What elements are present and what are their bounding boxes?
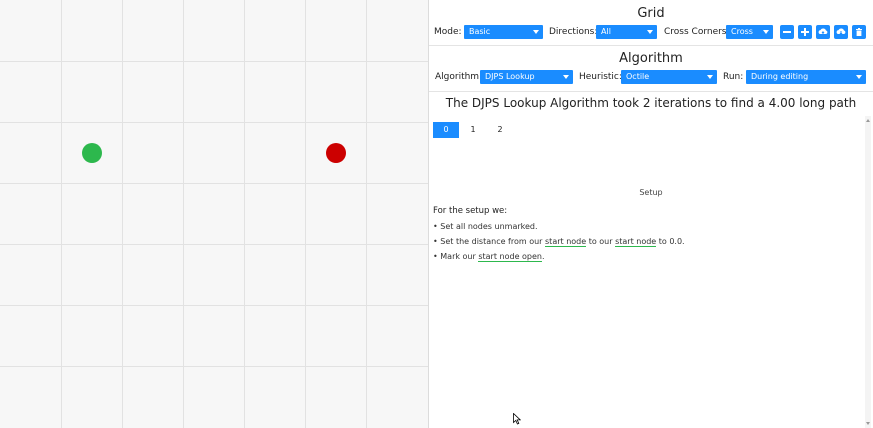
- grid-line: [183, 0, 184, 428]
- setup-step-2-text: Set the distance from our: [440, 237, 546, 246]
- grid-line: [61, 0, 62, 428]
- control-panel: Grid Mode: Basic Directions: All Cross C…: [429, 0, 873, 428]
- result-summary: The DJPS Lookup Algorithm took 2 iterati…: [445, 96, 857, 110]
- directions-value: All: [601, 27, 611, 36]
- setup-step-3: • Mark our start node open.: [433, 252, 545, 262]
- grid-line: [0, 183, 428, 184]
- plus-icon: [801, 28, 809, 36]
- chevron-down-icon: [563, 75, 569, 79]
- cross-corners-label: Cross Corners:: [664, 27, 730, 37]
- chevron-down-icon: [647, 30, 653, 34]
- algorithm-select[interactable]: DJPS Lookup: [480, 70, 573, 84]
- clear-grid-button[interactable]: [852, 25, 866, 39]
- start-node[interactable]: [82, 143, 102, 163]
- grow-grid-button[interactable]: [798, 25, 812, 39]
- setup-step-3-text: .: [542, 252, 545, 261]
- grid-line: [0, 61, 428, 62]
- step-tab-1[interactable]: 1: [460, 122, 486, 138]
- section-divider: [429, 45, 873, 46]
- setup-step-2: • Set the distance from our start node t…: [433, 237, 685, 247]
- grid-line: [0, 366, 428, 367]
- heuristic-value: Octile: [626, 72, 650, 81]
- heuristic-label: Heuristic:: [579, 72, 622, 82]
- setup-step-2-text: to 0.0.: [656, 237, 685, 246]
- cloud-upload-icon: [818, 28, 828, 35]
- trash-icon: [856, 28, 862, 36]
- start-node-open-link[interactable]: start node open: [478, 252, 542, 262]
- chevron-down-icon: [763, 30, 769, 34]
- cloud-download-icon: [836, 28, 846, 35]
- cross-corners-select[interactable]: Cross: [726, 25, 773, 39]
- start-node-link[interactable]: start node: [615, 237, 657, 247]
- shrink-grid-button[interactable]: [780, 25, 794, 39]
- grid-section-title: Grid: [637, 6, 665, 21]
- grid-line: [305, 0, 306, 428]
- setup-title: Setup: [639, 188, 663, 197]
- grid-line: [0, 305, 428, 306]
- directions-label: Directions:: [549, 27, 598, 37]
- start-node-link[interactable]: start node: [545, 237, 587, 247]
- heuristic-select[interactable]: Octile: [621, 70, 717, 84]
- mouse-cursor-icon: [513, 413, 521, 425]
- setup-intro: For the setup we:: [433, 206, 508, 216]
- scroll-down-icon[interactable]: [866, 422, 870, 425]
- grid-canvas[interactable]: [0, 0, 428, 428]
- step-tab-2[interactable]: 2: [487, 122, 513, 138]
- run-value: During editing: [751, 72, 809, 81]
- setup-step-1: • Set all nodes unmarked.: [433, 222, 538, 231]
- run-select[interactable]: During editing: [746, 70, 866, 84]
- grid-line: [122, 0, 123, 428]
- mode-label: Mode:: [434, 27, 462, 37]
- algorithm-value: DJPS Lookup: [485, 72, 535, 81]
- setup-step-3-text: Mark our: [440, 252, 479, 261]
- algorithm-label: Algorithm:: [435, 72, 483, 82]
- scrollbar[interactable]: [865, 116, 871, 428]
- upload-button[interactable]: [816, 25, 830, 39]
- download-button[interactable]: [834, 25, 848, 39]
- grid-line: [0, 244, 428, 245]
- mode-value: Basic: [469, 27, 491, 36]
- setup-step-1-text: Set all nodes unmarked.: [440, 222, 538, 231]
- mode-select[interactable]: Basic: [464, 25, 543, 39]
- end-node[interactable]: [326, 143, 346, 163]
- cross-corners-value: Cross: [731, 27, 753, 36]
- minus-icon: [783, 31, 791, 33]
- grid-line: [366, 0, 367, 428]
- directions-select[interactable]: All: [596, 25, 657, 39]
- scroll-up-icon[interactable]: [866, 119, 870, 122]
- chevron-down-icon: [856, 75, 862, 79]
- algorithm-section-title: Algorithm: [619, 51, 683, 66]
- chevron-down-icon: [707, 75, 713, 79]
- section-divider: [429, 91, 873, 92]
- grid-line: [0, 122, 428, 123]
- run-label: Run:: [723, 72, 744, 82]
- setup-step-2-text: to our: [586, 237, 616, 246]
- step-tab-0[interactable]: 0: [433, 122, 459, 138]
- grid-line: [244, 0, 245, 428]
- chevron-down-icon: [533, 30, 539, 34]
